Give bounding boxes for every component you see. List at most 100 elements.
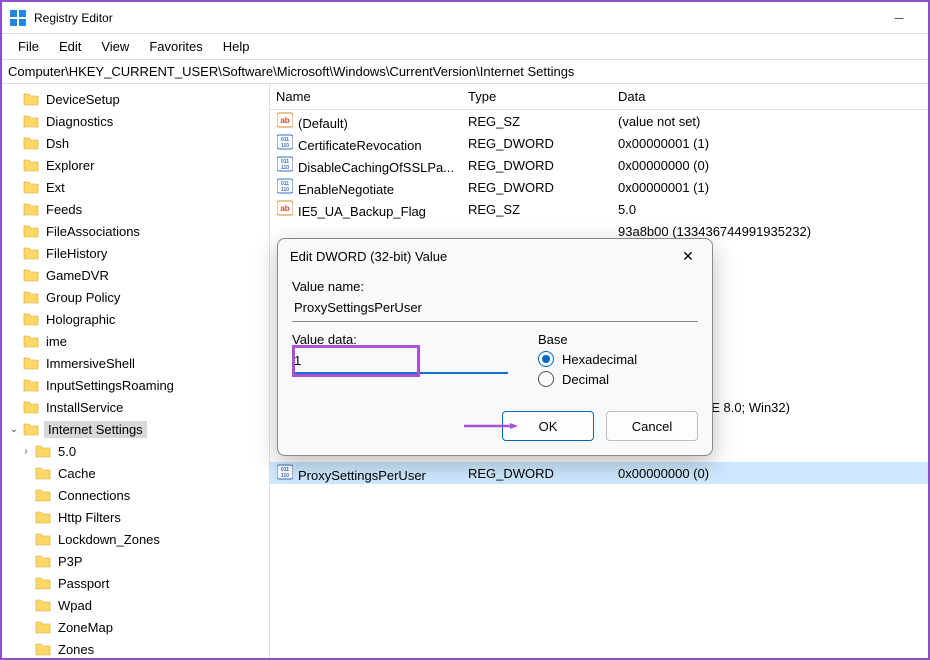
tree-item-label: Group Policy bbox=[44, 289, 122, 306]
dialog-titlebar: Edit DWORD (32-bit) Value ✕ bbox=[278, 239, 712, 273]
tree-item[interactable]: Feeds bbox=[2, 198, 269, 220]
tree-item[interactable]: GameDVR bbox=[2, 264, 269, 286]
tree-item[interactable]: FileHistory bbox=[2, 242, 269, 264]
cancel-button[interactable]: Cancel bbox=[606, 411, 698, 441]
menu-file[interactable]: File bbox=[10, 37, 47, 56]
tree-item[interactable]: Http Filters bbox=[2, 506, 269, 528]
value-name: (Default) bbox=[298, 116, 348, 131]
column-name[interactable]: Name bbox=[270, 89, 462, 104]
value-data-input[interactable] bbox=[292, 349, 508, 374]
tree-item[interactable]: › 5.0 bbox=[2, 440, 269, 462]
minimize-button[interactable]: ─ bbox=[878, 3, 920, 33]
list-row[interactable]: DisableCachingOfSSLPa...REG_DWORD0x00000… bbox=[270, 154, 928, 176]
value-type: REG_DWORD bbox=[462, 158, 612, 173]
list-row[interactable]: EnableNegotiateREG_DWORD0x00000001 (1) bbox=[270, 176, 928, 198]
tree-item[interactable]: Passport bbox=[2, 572, 269, 594]
string-value-icon bbox=[276, 200, 294, 216]
value-data: 93a8b00 (133436744991935232) bbox=[612, 224, 928, 239]
tree-item-label: FileAssociations bbox=[44, 223, 142, 240]
tree-item[interactable]: Holographic bbox=[2, 308, 269, 330]
menu-view[interactable]: View bbox=[93, 37, 137, 56]
radio-dec-label: Decimal bbox=[562, 372, 609, 387]
menu-bar: File Edit View Favorites Help bbox=[2, 34, 928, 60]
tree-item-label: Zones bbox=[56, 641, 96, 658]
menu-favorites[interactable]: Favorites bbox=[141, 37, 210, 56]
tree-item[interactable]: Lockdown_Zones bbox=[2, 528, 269, 550]
tree-item-label: Ext bbox=[44, 179, 67, 196]
dword-value-icon bbox=[276, 134, 294, 150]
folder-icon bbox=[22, 157, 40, 173]
edit-dword-dialog: Edit DWORD (32-bit) Value ✕ Value name: … bbox=[277, 238, 713, 456]
tree-item[interactable]: Explorer bbox=[2, 154, 269, 176]
value-data: 0x00000000 (0) bbox=[612, 466, 928, 481]
value-data: 0x00000001 (1) bbox=[612, 180, 928, 195]
folder-icon bbox=[22, 91, 40, 107]
tree-item[interactable]: Group Policy bbox=[2, 286, 269, 308]
folder-icon bbox=[34, 487, 52, 503]
list-row[interactable]: ProxySettingsPerUserREG_DWORD0x00000000 … bbox=[270, 462, 928, 484]
base-label: Base bbox=[538, 332, 698, 347]
dword-value-icon bbox=[276, 464, 294, 480]
folder-icon bbox=[22, 355, 40, 371]
tree-item[interactable]: Cache bbox=[2, 462, 269, 484]
tree-item[interactable]: ime bbox=[2, 330, 269, 352]
tree-item-label: Feeds bbox=[44, 201, 84, 218]
ok-button[interactable]: OK bbox=[502, 411, 594, 441]
menu-help[interactable]: Help bbox=[215, 37, 258, 56]
value-name: ProxySettingsPerUser bbox=[298, 468, 426, 483]
tree-item-label: ImmersiveShell bbox=[44, 355, 137, 372]
tree-item[interactable]: Zones bbox=[2, 638, 269, 658]
dialog-close-button[interactable]: ✕ bbox=[676, 244, 700, 268]
value-name: CertificateRevocation bbox=[298, 138, 422, 153]
folder-icon bbox=[22, 399, 40, 415]
tree-item[interactable]: InstallService bbox=[2, 396, 269, 418]
column-data[interactable]: Data bbox=[612, 89, 928, 104]
address-bar[interactable]: Computer\HKEY_CURRENT_USER\Software\Micr… bbox=[2, 60, 928, 84]
tree-item-label: Explorer bbox=[44, 157, 96, 174]
tree-item-label: FileHistory bbox=[44, 245, 109, 262]
tree-item[interactable]: Dsh bbox=[2, 132, 269, 154]
tree-item[interactable]: ZoneMap bbox=[2, 616, 269, 638]
tree-item[interactable]: ⌄ Internet Settings bbox=[2, 418, 269, 440]
tree-item[interactable]: ImmersiveShell bbox=[2, 352, 269, 374]
value-type: REG_SZ bbox=[462, 202, 612, 217]
value-name-label: Value name: bbox=[292, 279, 698, 294]
tree-item[interactable]: Wpad bbox=[2, 594, 269, 616]
folder-icon bbox=[34, 597, 52, 613]
tree-item-label: Cache bbox=[56, 465, 98, 482]
tree-item-label: Internet Settings bbox=[44, 421, 147, 438]
folder-icon bbox=[34, 443, 52, 459]
tree-item[interactable]: Connections bbox=[2, 484, 269, 506]
list-row[interactable]: CertificateRevocationREG_DWORD0x00000001… bbox=[270, 132, 928, 154]
list-row[interactable]: IE5_UA_Backup_FlagREG_SZ5.0 bbox=[270, 198, 928, 220]
folder-icon bbox=[22, 311, 40, 327]
radio-decimal[interactable]: Decimal bbox=[538, 371, 698, 387]
value-name: DisableCachingOfSSLPa... bbox=[298, 160, 454, 175]
dialog-title-text: Edit DWORD (32-bit) Value bbox=[290, 249, 447, 264]
column-type[interactable]: Type bbox=[462, 89, 612, 104]
radio-icon bbox=[538, 351, 554, 367]
chevron-icon[interactable]: ⌄ bbox=[8, 424, 20, 435]
tree-item[interactable]: Ext bbox=[2, 176, 269, 198]
value-name: EnableNegotiate bbox=[298, 182, 394, 197]
tree-item-label: ZoneMap bbox=[56, 619, 115, 636]
folder-icon bbox=[22, 377, 40, 393]
folder-icon bbox=[22, 245, 40, 261]
tree-item[interactable]: FileAssociations bbox=[2, 220, 269, 242]
tree-item-label: 5.0 bbox=[56, 443, 78, 460]
tree-item[interactable]: DeviceSetup bbox=[2, 88, 269, 110]
tree-item-label: DeviceSetup bbox=[44, 91, 122, 108]
menu-edit[interactable]: Edit bbox=[51, 37, 89, 56]
radio-hex-label: Hexadecimal bbox=[562, 352, 637, 367]
tree-panel[interactable]: DeviceSetup DiagnosticsDsh Explorer Ext Feed… bbox=[2, 84, 270, 658]
folder-icon bbox=[34, 509, 52, 525]
tree-item[interactable]: P3P bbox=[2, 550, 269, 572]
value-type: REG_DWORD bbox=[462, 136, 612, 151]
tree-item[interactable]: Diagnostics bbox=[2, 110, 269, 132]
folder-icon bbox=[22, 421, 40, 437]
tree-item[interactable]: InputSettingsRoaming bbox=[2, 374, 269, 396]
value-data: 5.0 bbox=[612, 202, 928, 217]
radio-hexadecimal[interactable]: Hexadecimal bbox=[538, 351, 698, 367]
list-row[interactable]: (Default)REG_SZ(value not set) bbox=[270, 110, 928, 132]
chevron-icon[interactable]: › bbox=[20, 446, 32, 457]
